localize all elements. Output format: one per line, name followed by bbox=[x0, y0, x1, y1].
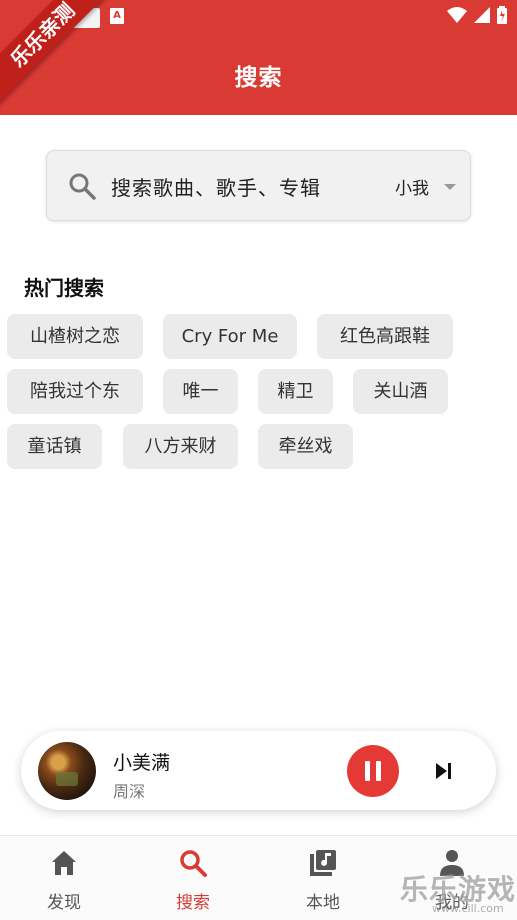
status-icons bbox=[447, 6, 507, 24]
hot-search-chip[interactable]: 牵丝戏 bbox=[258, 424, 353, 469]
hot-search-chip[interactable]: 山楂树之恋 bbox=[7, 314, 143, 359]
nav-item-discover[interactable]: 发现 bbox=[14, 836, 114, 920]
battery-icon bbox=[497, 6, 507, 24]
nav-item-search[interactable]: 搜索 bbox=[143, 836, 243, 920]
hot-search-chip[interactable]: 八方来财 bbox=[123, 424, 238, 469]
home-icon bbox=[52, 851, 76, 875]
signal-icon bbox=[474, 7, 490, 23]
music-library-icon bbox=[310, 850, 336, 876]
pause-icon bbox=[376, 761, 381, 781]
app-root: A 搜索 乐乐亲测 搜索歌曲、歌手、专辑 小我 热门搜索 山楂树之恋 Cry F… bbox=[0, 0, 517, 920]
search-icon bbox=[69, 173, 96, 200]
wifi-icon bbox=[447, 7, 467, 23]
hot-search-chip[interactable]: 关山酒 bbox=[353, 369, 448, 414]
hot-search-chip[interactable]: 童话镇 bbox=[7, 424, 102, 469]
app-notification-icon: A bbox=[110, 8, 124, 24]
album-art[interactable] bbox=[38, 742, 96, 800]
search-scope-select[interactable]: 小我 bbox=[395, 174, 429, 199]
search-icon bbox=[180, 850, 207, 877]
chevron-down-icon[interactable] bbox=[444, 184, 456, 190]
pause-button[interactable] bbox=[347, 745, 399, 797]
hot-search-chip[interactable]: 精卫 bbox=[258, 369, 333, 414]
search-box[interactable]: 搜索歌曲、歌手、专辑 小我 bbox=[46, 150, 471, 221]
hot-search-title: 热门搜索 bbox=[24, 276, 104, 300]
hot-search-chip[interactable]: 陪我过个东 bbox=[7, 369, 143, 414]
nav-label: 本地 bbox=[306, 893, 340, 913]
pause-icon bbox=[365, 761, 370, 781]
song-artist: 周深 bbox=[113, 782, 146, 801]
page-title: 搜索 bbox=[234, 65, 283, 91]
hot-search-chip[interactable]: 红色高跟鞋 bbox=[317, 314, 453, 359]
nav-label: 发现 bbox=[47, 893, 81, 913]
search-input[interactable]: 搜索歌曲、歌手、专辑 bbox=[111, 172, 321, 201]
song-title: 小美满 bbox=[113, 752, 171, 774]
hot-search-chip[interactable]: 唯一 bbox=[163, 369, 238, 414]
watermark-url: www.cill.com bbox=[432, 902, 504, 915]
hot-search-chip[interactable]: Cry For Me bbox=[163, 314, 297, 359]
mini-player[interactable]: 小美满 周深 bbox=[21, 731, 496, 810]
nav-item-local[interactable]: 本地 bbox=[273, 836, 373, 920]
skip-next-icon[interactable] bbox=[430, 758, 456, 784]
nav-label: 搜索 bbox=[176, 893, 210, 913]
